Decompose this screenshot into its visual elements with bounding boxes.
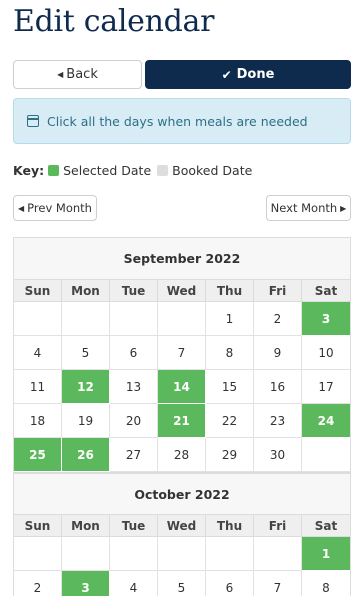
day-cell[interactable]: 22 — [206, 404, 254, 438]
done-button[interactable]: ✔ Done — [145, 60, 351, 89]
day-cell[interactable]: 21 — [158, 404, 206, 438]
back-button[interactable]: ◀ Back — [13, 60, 142, 89]
day-cell[interactable]: 1 — [206, 302, 254, 336]
day-cell[interactable]: 27 — [110, 438, 158, 472]
legend: Key: Selected Date Booked Date — [13, 163, 252, 178]
day-cell[interactable]: 4 — [14, 336, 62, 370]
calendar-grid: Sun Mon Tue Wed Thu Fri Sat 1 2 3 4 5 6 7 8 9 10 11 12 13 14… — [14, 280, 350, 472]
day-cell[interactable]: 20 — [110, 404, 158, 438]
empty-day-cell — [110, 537, 158, 571]
weekday-header: Sun — [14, 280, 62, 302]
calendar-grid: Sun Mon Tue Wed Thu Fri Sat 1 2 3 4 5 6 7 8 — [14, 515, 350, 596]
day-cell[interactable]: 12 — [62, 370, 110, 404]
empty-day-cell — [62, 302, 110, 336]
calendar-icon — [27, 115, 39, 127]
empty-day-cell — [14, 537, 62, 571]
day-cell[interactable]: 8 — [302, 571, 350, 596]
day-cell[interactable]: 10 — [302, 336, 350, 370]
day-cell[interactable]: 29 — [206, 438, 254, 472]
day-cell[interactable]: 3 — [62, 571, 110, 596]
legend-selected-label: Selected Date — [63, 163, 152, 178]
day-cell[interactable]: 3 — [302, 302, 350, 336]
empty-day-cell — [206, 537, 254, 571]
day-cell[interactable]: 15 — [206, 370, 254, 404]
legend-key-label: Key: — [13, 163, 45, 178]
month-calendar-september: September 2022 Sun Mon Tue Wed Thu Fri Sat 1 2 3 4… — [13, 237, 351, 473]
day-cell[interactable]: 5 — [62, 336, 110, 370]
day-cell[interactable]: 25 — [14, 438, 62, 472]
selected-swatch — [48, 165, 60, 176]
day-cell[interactable]: 9 — [254, 336, 302, 370]
caret-left-icon: ◀ — [57, 70, 64, 79]
day-cell[interactable]: 16 — [254, 370, 302, 404]
alert-message: Click all the days when meals are needed — [47, 113, 308, 129]
day-cell[interactable]: 19 — [62, 404, 110, 438]
prev-month-button[interactable]: ◀ Prev Month — [13, 195, 97, 221]
weekday-header: Mon — [62, 280, 110, 302]
weekday-header: Wed — [158, 515, 206, 537]
done-button-label: Done — [236, 67, 275, 82]
empty-day-cell — [158, 302, 206, 336]
back-button-label: Back — [66, 67, 98, 82]
day-cell[interactable]: 14 — [158, 370, 206, 404]
weekday-header: Sat — [302, 280, 350, 302]
empty-day-cell — [62, 537, 110, 571]
day-cell[interactable]: 28 — [158, 438, 206, 472]
empty-day-cell — [302, 438, 350, 472]
day-cell[interactable]: 1 — [302, 537, 350, 571]
day-cell[interactable]: 23 — [254, 404, 302, 438]
caret-right-icon: ▶ — [340, 203, 347, 213]
day-cell[interactable]: 6 — [110, 336, 158, 370]
check-icon: ✔ — [221, 67, 232, 82]
next-month-label: Next Month — [270, 201, 338, 215]
next-month-button[interactable]: Next Month ▶ — [266, 195, 351, 221]
weekday-header: Sat — [302, 515, 350, 537]
empty-day-cell — [158, 537, 206, 571]
day-cell[interactable]: 24 — [302, 404, 350, 438]
day-cell[interactable]: 2 — [14, 571, 62, 596]
day-cell[interactable]: 8 — [206, 336, 254, 370]
day-cell[interactable]: 6 — [206, 571, 254, 596]
weekday-header: Thu — [206, 280, 254, 302]
day-cell[interactable]: 18 — [14, 404, 62, 438]
page-title: Edit calendar — [13, 4, 215, 39]
weekday-header: Fri — [254, 280, 302, 302]
month-title: October 2022 — [14, 473, 350, 515]
weekday-header: Thu — [206, 515, 254, 537]
day-cell[interactable]: 11 — [14, 370, 62, 404]
empty-day-cell — [254, 537, 302, 571]
info-alert: Click all the days when meals are needed — [13, 98, 351, 144]
weekday-header: Sun — [14, 515, 62, 537]
legend-booked-label: Booked Date — [172, 163, 253, 178]
weekday-header: Tue — [110, 280, 158, 302]
day-cell[interactable]: 5 — [158, 571, 206, 596]
day-cell[interactable]: 7 — [254, 571, 302, 596]
caret-left-icon: ◀ — [18, 203, 25, 213]
day-cell[interactable]: 30 — [254, 438, 302, 472]
day-cell[interactable]: 17 — [302, 370, 350, 404]
weekday-header: Wed — [158, 280, 206, 302]
month-title: September 2022 — [14, 238, 350, 280]
month-calendar-october: October 2022 Sun Mon Tue Wed Thu Fri Sat 1 2 3 4 5 6… — [13, 473, 351, 596]
day-cell[interactable]: 2 — [254, 302, 302, 336]
booked-swatch — [157, 165, 169, 176]
weekday-header: Tue — [110, 515, 158, 537]
day-cell[interactable]: 4 — [110, 571, 158, 596]
day-cell[interactable]: 13 — [110, 370, 158, 404]
day-cell[interactable]: 26 — [62, 438, 110, 472]
weekday-header: Mon — [62, 515, 110, 537]
empty-day-cell — [14, 302, 62, 336]
prev-month-label: Prev Month — [27, 201, 92, 215]
empty-day-cell — [110, 302, 158, 336]
day-cell[interactable]: 7 — [158, 336, 206, 370]
weekday-header: Fri — [254, 515, 302, 537]
